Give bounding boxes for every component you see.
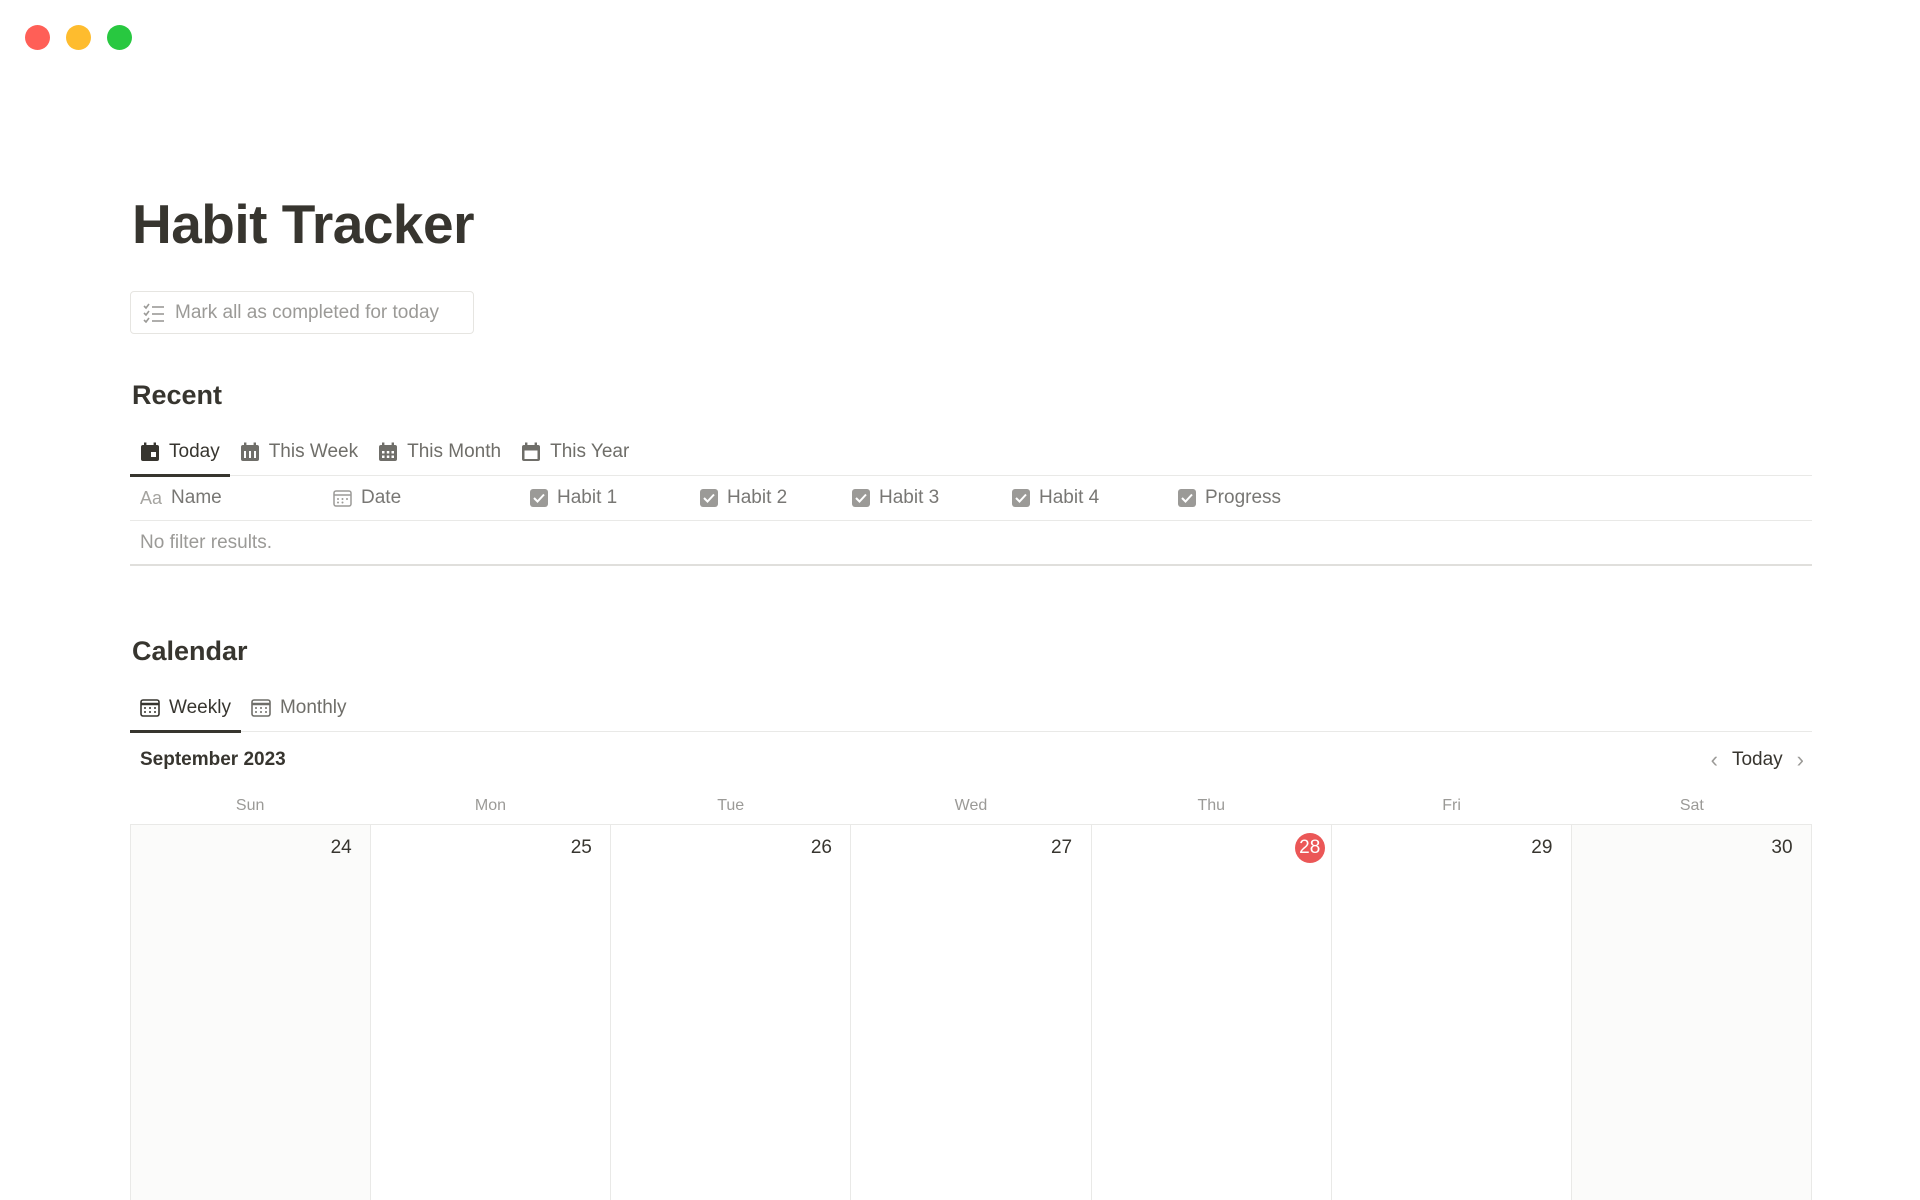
weekday-label: Thu [1197,797,1226,814]
column-progress-label: Progress [1205,487,1282,508]
calendar-week-icon [240,442,259,461]
calendar-grid-icon [140,699,160,717]
month-label: September 2023 [140,749,286,770]
tab-weekly-label: Weekly [169,697,231,718]
column-habit-4-label: Habit 4 [1039,487,1100,508]
weekday-label: Tue [717,797,745,814]
checkbox-icon [852,489,870,507]
tab-this-week[interactable]: This Week [230,428,368,476]
tab-this-week-label: This Week [268,441,359,462]
mark-all-completed-button[interactable]: Mark all as completed for today [130,291,474,334]
tab-today[interactable]: Today [130,428,230,477]
day-number: 26 [810,837,832,858]
column-habit-1[interactable]: Habit 1 [530,487,617,509]
tab-this-year[interactable]: This Year [511,428,639,476]
day-cell[interactable]: 30 [1571,825,1812,1200]
tab-weekly[interactable]: Weekly [130,684,241,733]
column-progress[interactable]: Progress [1178,487,1281,509]
calendar-nav: ‹ Today › [1711,749,1812,771]
close-window-button[interactable] [25,25,50,50]
column-habit-2[interactable]: Habit 2 [700,487,787,509]
weekday-label: Sun [235,797,265,814]
column-name[interactable]: Aa Name [140,487,222,509]
weekday-label: Wed [954,797,988,814]
tab-this-month-label: This Month [407,441,502,462]
tab-today-label: Today [169,441,220,462]
column-date[interactable]: Date [333,487,401,509]
calendar-icon [333,490,352,507]
calendar-heading[interactable]: Calendar [132,636,248,667]
column-habit-3[interactable]: Habit 3 [852,487,939,509]
tab-this-month[interactable]: This Month [368,428,511,476]
calendar-toolbar: September 2023 ‹ Today › [130,742,1812,778]
minimize-window-button[interactable] [66,25,91,50]
day-cell[interactable]: 24 [131,825,372,1200]
calendar-grid-icon [251,699,271,717]
day-number: 24 [330,837,352,858]
empty-results-row: No filter results. [130,521,1812,566]
column-name-label: Name [171,487,222,508]
today-button[interactable]: Today [1732,749,1783,771]
mark-all-completed-label: Mark all as completed for today [175,301,440,323]
column-habit-1-label: Habit 1 [557,487,618,508]
maximize-window-button[interactable] [107,25,132,50]
day-cell[interactable]: 27 [851,825,1092,1200]
calendar-view-tabs: Weekly Monthly [130,684,1812,733]
column-habit-4[interactable]: Habit 4 [1012,487,1099,509]
chevron-left-icon[interactable]: ‹ [1711,749,1718,771]
day-number: 27 [1050,837,1073,858]
day-number: 30 [1771,837,1793,858]
tab-monthly[interactable]: Monthly [241,684,357,732]
chevron-right-icon[interactable]: › [1797,749,1804,771]
day-number: 25 [570,837,592,858]
weekday-header: Sun Mon Tue Wed Thu Fri Sat [130,788,1812,824]
column-habit-3-label: Habit 3 [879,487,940,508]
page-title[interactable]: Habit Tracker [132,188,475,260]
window-controls [25,25,132,50]
day-cell-today[interactable]: 28 [1092,825,1332,1200]
tab-this-year-label: This Year [550,441,630,462]
day-cell[interactable]: 26 [611,825,852,1200]
week-grid: 24 25 26 27 28 29 30 [130,824,1812,1200]
checkbox-icon [1012,489,1030,507]
tab-monthly-label: Monthly [279,697,347,718]
weekday-label: Mon [474,797,506,814]
weekday-label: Fri [1442,797,1461,814]
checklist-icon [143,303,164,323]
current-day-badge: 28 [1294,833,1325,863]
column-date-label: Date [361,487,402,508]
checkbox-icon [530,489,548,507]
checkbox-icon [700,489,718,507]
calendar-day-icon [141,442,159,461]
calendar-month-icon [379,442,398,461]
text-aa-icon: Aa [140,487,163,508]
day-number: 29 [1531,837,1553,858]
recent-view-tabs: Today This Week This Month This Year [130,428,1812,477]
column-habit-2-label: Habit 2 [727,487,788,508]
day-cell[interactable]: 25 [371,825,612,1200]
recent-heading[interactable]: Recent [132,380,222,411]
day-cell[interactable]: 29 [1332,825,1572,1200]
calendar-icon [522,442,541,461]
checkbox-icon [1178,489,1196,507]
recent-table-header: Aa Name Date Habit 1 Habit 2 Habit 3 Hab… [130,476,1812,521]
weekday-label: Sat [1679,797,1704,814]
